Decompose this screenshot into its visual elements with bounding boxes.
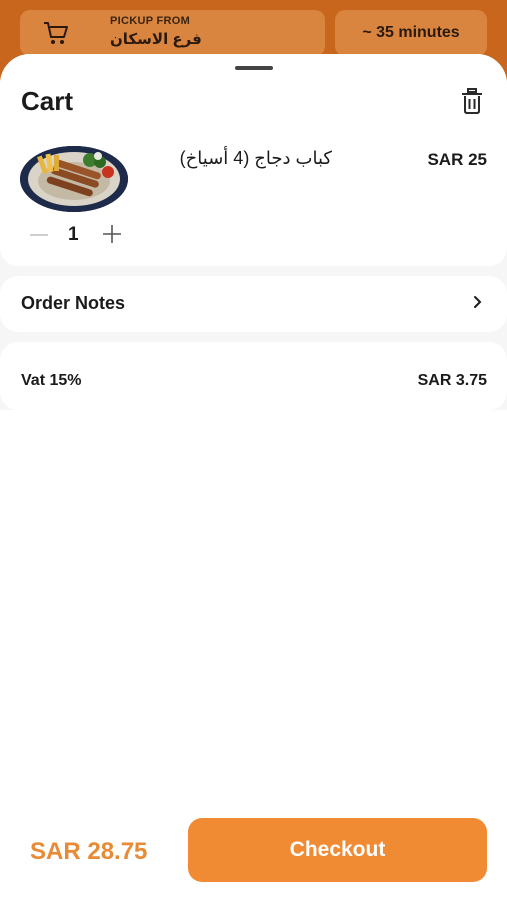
minus-icon[interactable] bbox=[30, 234, 48, 236]
eta-badge: ~ 35 minutes bbox=[335, 10, 487, 56]
sheet-grab-handle[interactable] bbox=[235, 66, 273, 70]
pickup-branch-name: فرع الاسكان bbox=[110, 31, 202, 48]
cart-item-name: كباب دجاج (4 أسياخ) bbox=[179, 148, 332, 168]
pickup-branch-card[interactable]: PICKUP FROM فرع الاسكان bbox=[20, 10, 325, 56]
vat-value: SAR 3.75 bbox=[417, 372, 487, 389]
quantity-value: 1 bbox=[68, 224, 79, 245]
cart-icon bbox=[44, 22, 68, 44]
chevron-right-icon bbox=[474, 296, 482, 308]
cart-card: Cart كباب دجاج (4 أسياخ) SAR 25 1 bbox=[0, 54, 507, 266]
vat-label: Vat 15% bbox=[21, 372, 82, 389]
cart-title: Cart bbox=[21, 86, 74, 116]
food-plate-illustration bbox=[20, 146, 128, 212]
pickup-label: PICKUP FROM bbox=[110, 15, 191, 27]
order-total: SAR 28.75 bbox=[30, 838, 148, 865]
cart-sheet: Cart كباب دجاج (4 أسياخ) SAR 25 1 Order … bbox=[0, 54, 507, 900]
plus-icon[interactable] bbox=[102, 224, 122, 244]
order-notes-label: Order Notes bbox=[21, 293, 126, 313]
cart-item-price: SAR 25 bbox=[427, 150, 487, 169]
order-notes-row[interactable]: Order Notes bbox=[0, 276, 507, 332]
item-image bbox=[20, 146, 128, 212]
trash-icon[interactable] bbox=[460, 88, 484, 114]
vat-row: Vat 15% SAR 3.75 bbox=[0, 342, 507, 410]
checkout-button[interactable]: Checkout bbox=[188, 818, 487, 882]
